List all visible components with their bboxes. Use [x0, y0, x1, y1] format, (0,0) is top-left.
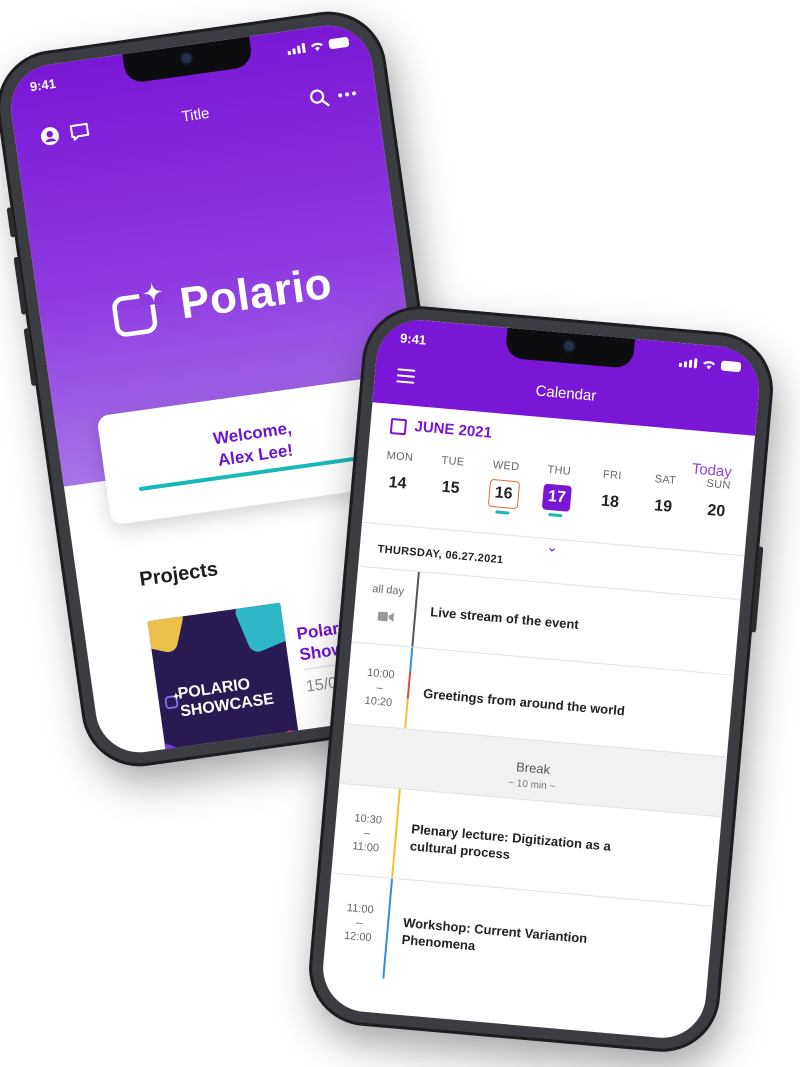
day-name: SUN — [706, 477, 732, 492]
event-title: Plenary lecture: Digitization as a cultu… — [409, 820, 611, 871]
day-name: MON — [386, 449, 414, 464]
signal-icon — [287, 42, 306, 56]
event-title: Live stream of the event — [429, 604, 580, 633]
calendar-phone: Calendar 9:41 JUNE 2021 Today MON 14 TUE 1… — [304, 301, 778, 1057]
event-indicator — [494, 510, 510, 515]
event-time: 10:00 – 10:20 — [356, 665, 403, 711]
mute-switch — [6, 207, 16, 238]
event-time-end: 11:00 — [351, 840, 380, 855]
volume-up-button — [13, 256, 27, 315]
event-title: Greetings from around the world — [422, 685, 626, 719]
day-name: TUE — [441, 454, 465, 469]
day-wed[interactable]: WED 16 — [482, 458, 527, 515]
event-color-rail — [391, 789, 401, 879]
day-sun[interactable]: SUN 20 — [694, 477, 739, 534]
event-time-end: 10:20 — [364, 694, 393, 710]
side-button — [750, 546, 764, 633]
signal-icon — [678, 357, 698, 369]
event-time-end: 12:00 — [343, 929, 373, 945]
event-color-rail — [382, 878, 394, 979]
status-time: 9:41 — [28, 75, 57, 95]
date-heading: THURSDAY, 06.27.2021 — [377, 543, 504, 567]
day-number: 19 — [653, 497, 673, 516]
event-color-rail — [411, 571, 420, 648]
battery-icon — [328, 36, 350, 50]
event-title: Workshop: Current Variantion Phenomena — [401, 914, 588, 964]
day-mon[interactable]: MON 14 — [376, 449, 421, 506]
month-label[interactable]: JUNE 2021 — [414, 418, 493, 442]
more-icon[interactable] — [335, 82, 360, 107]
chevron-down-icon[interactable]: ⌄ — [546, 538, 559, 556]
search-icon[interactable] — [307, 86, 332, 111]
day-name: SAT — [654, 473, 677, 488]
day-number: 16 — [487, 478, 520, 510]
wifi-icon — [311, 42, 323, 52]
status-time: 9:41 — [399, 330, 427, 348]
volume-down-button — [23, 328, 37, 387]
day-name: FRI — [602, 468, 623, 483]
sparkle-square-icon — [112, 281, 165, 337]
project-thumbnail[interactable]: POLARIO SHOWCASE — [147, 602, 303, 758]
event-indicator — [548, 513, 563, 518]
day-number: 18 — [600, 492, 620, 512]
calendar-title: Calendar — [534, 382, 598, 405]
event-time: 11:00 – 12:00 — [335, 900, 382, 946]
day-thu[interactable]: THU 17 — [535, 463, 580, 520]
battery-icon — [720, 360, 742, 373]
day-number: 20 — [706, 501, 726, 521]
wifi-icon — [703, 361, 716, 370]
event-time-start: all day — [371, 582, 405, 598]
calendar-icon[interactable] — [389, 417, 408, 436]
day-name: THU — [546, 463, 572, 478]
calendar-screen: Calendar 9:41 JUNE 2021 Today MON 14 TUE 1… — [319, 316, 763, 1042]
day-number: 17 — [541, 483, 572, 512]
day-tue[interactable]: TUE 15 — [429, 454, 474, 511]
day-fri[interactable]: FRI 18 — [588, 468, 633, 525]
video-camera-icon — [377, 611, 395, 622]
event-time: 10:30 – 11:00 — [343, 811, 390, 857]
day-number: 14 — [387, 474, 408, 493]
projects-heading: Projects — [138, 558, 220, 591]
event-color-rail — [404, 647, 414, 730]
day-name: WED — [492, 459, 520, 474]
day-sat[interactable]: SAT 19 — [641, 472, 686, 529]
day-number: 15 — [441, 478, 461, 498]
